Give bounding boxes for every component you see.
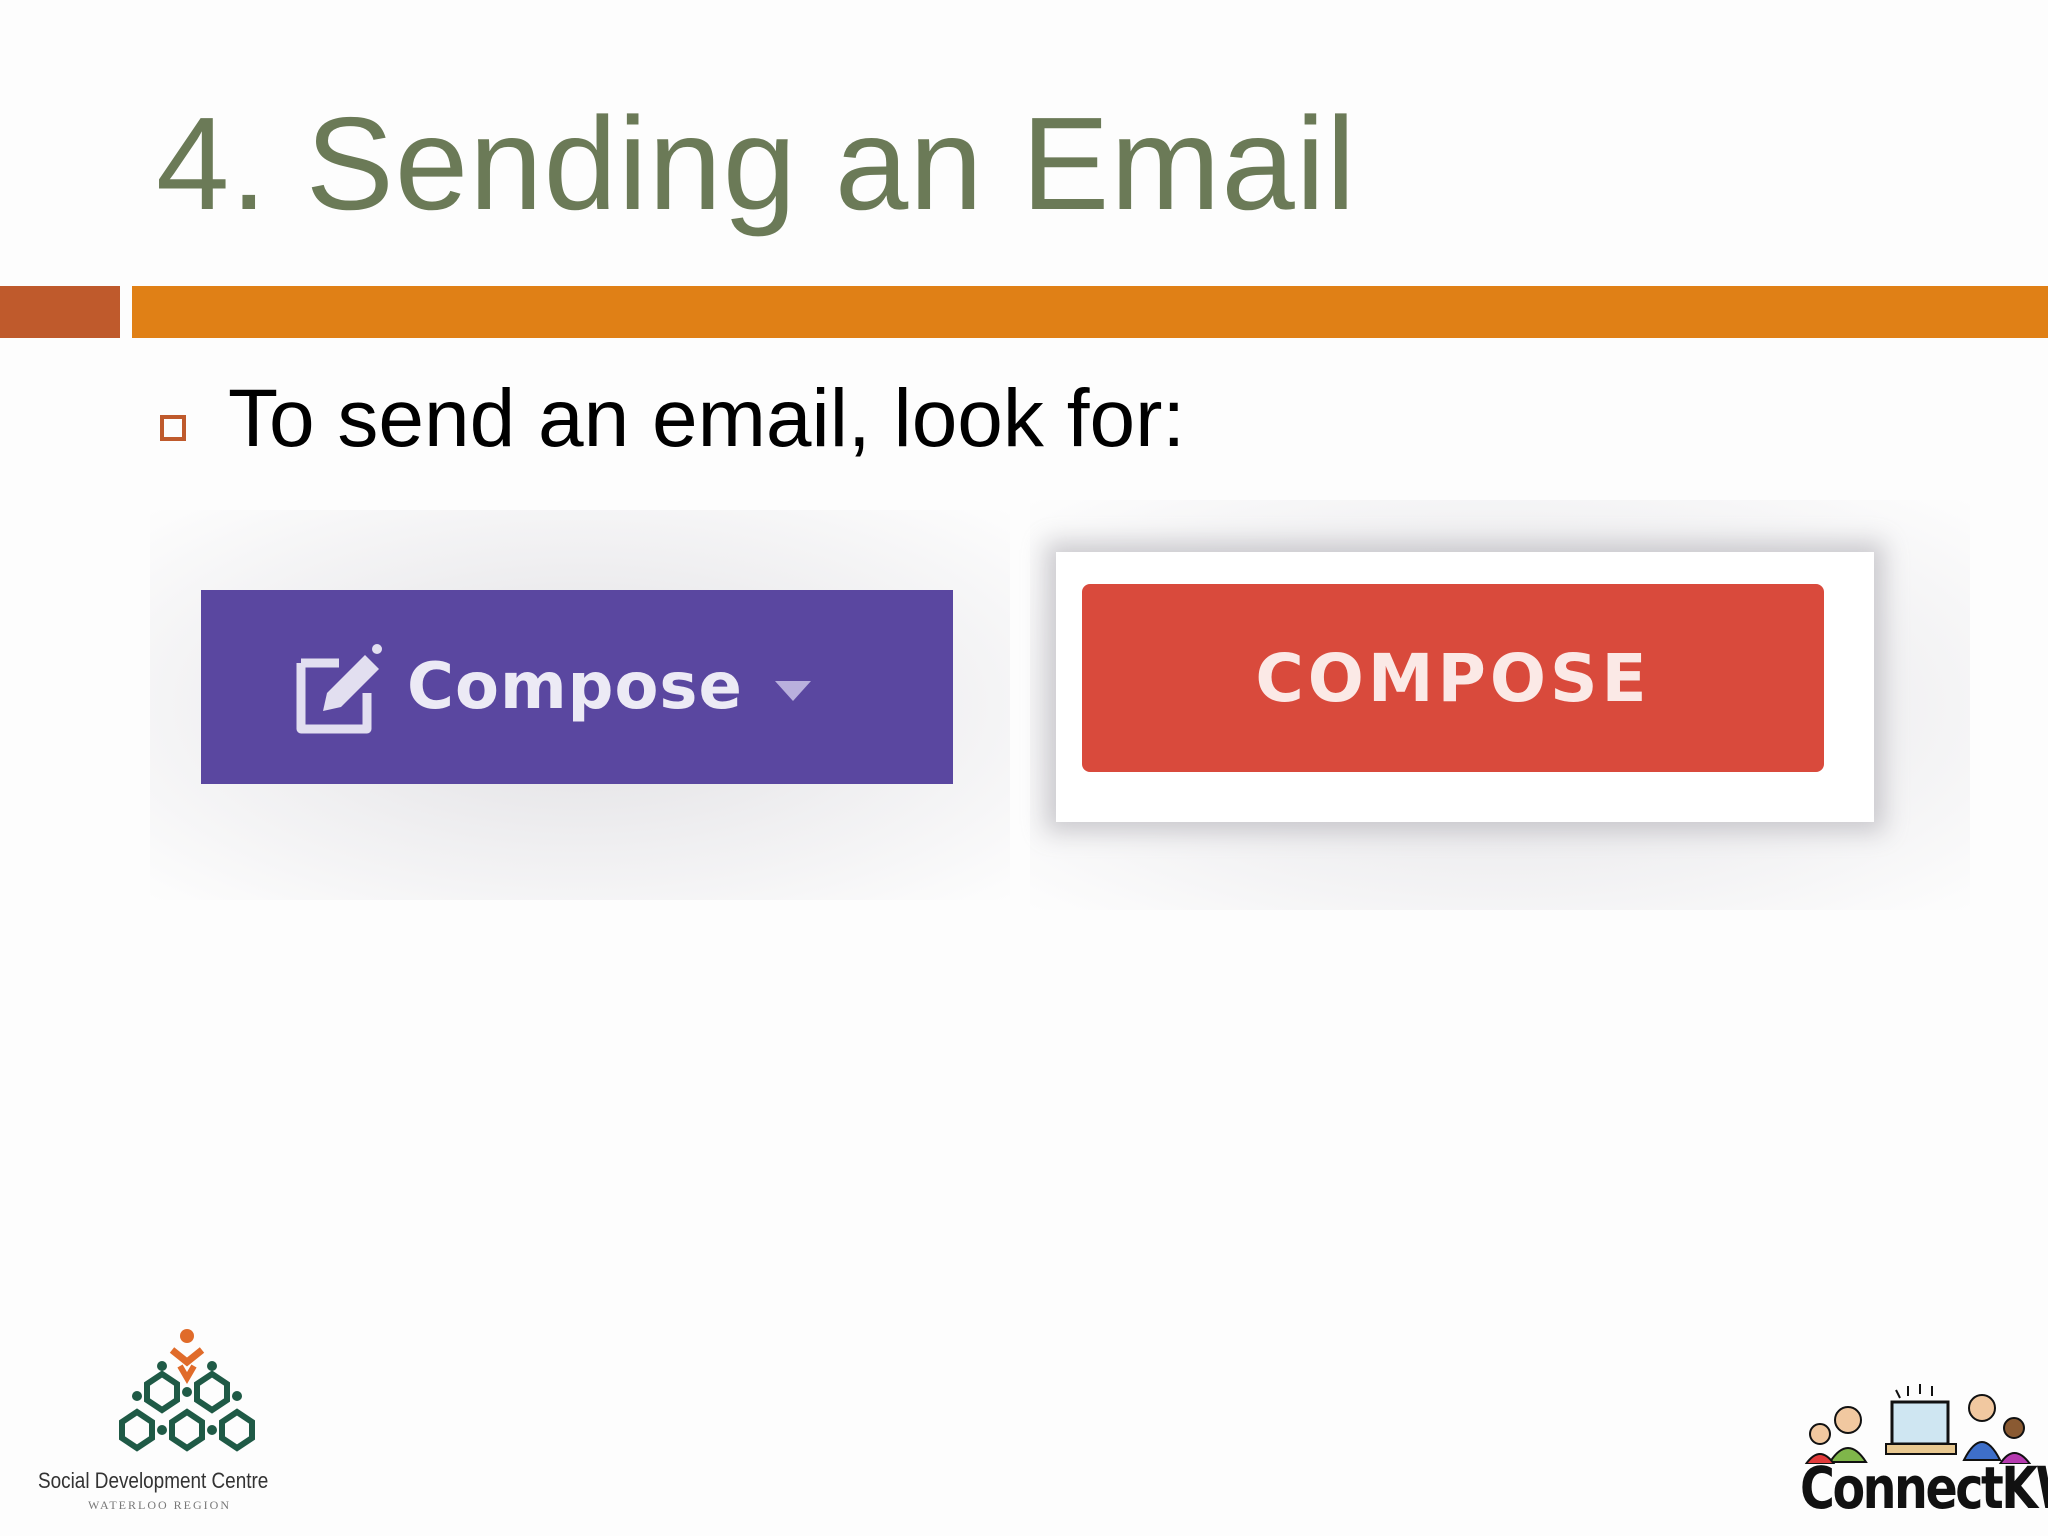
accent-bar-right bbox=[132, 286, 2048, 338]
sdc-region: WATERLOO REGION bbox=[88, 1498, 231, 1512]
caret-down-icon bbox=[774, 681, 811, 701]
accent-bar-left bbox=[0, 286, 120, 338]
bullet-item: To send an email, look for: bbox=[160, 372, 1185, 466]
square-bullet-icon bbox=[160, 415, 186, 441]
connectkw-logo-text: ConnectKW bbox=[1800, 1454, 2048, 1522]
gmail-compose-label: COMPOSE bbox=[1255, 639, 1651, 717]
sdc-name: Social Development Centre bbox=[38, 1468, 269, 1493]
connectkw-people-computer-icon bbox=[1804, 1384, 2032, 1464]
gmail-compose-button[interactable]: COMPOSE bbox=[1082, 584, 1824, 772]
edit-pencil-icon bbox=[296, 644, 382, 734]
yahoo-compose-button[interactable]: Compose bbox=[201, 590, 953, 784]
slide-title: 4. Sending an Email bbox=[156, 90, 1357, 237]
yahoo-compose-label: Compose bbox=[407, 650, 743, 724]
slide: 4. Sending an Email To send an email, lo… bbox=[0, 0, 2048, 1536]
bullet-text: To send an email, look for: bbox=[228, 373, 1186, 464]
